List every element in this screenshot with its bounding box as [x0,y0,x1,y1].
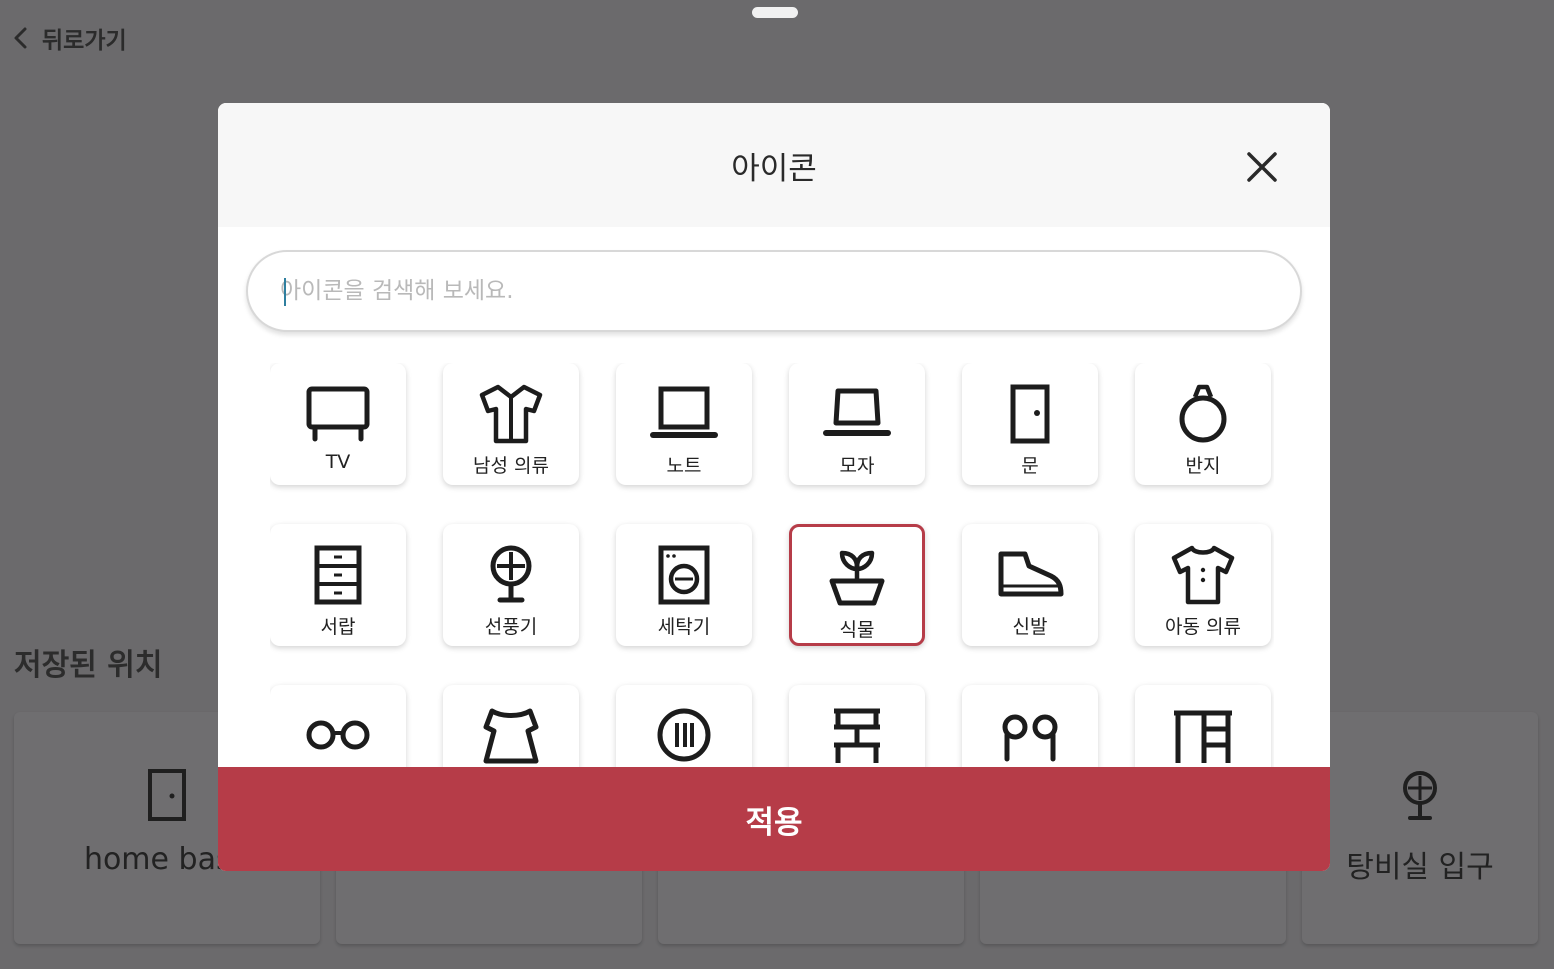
drag-handle[interactable] [752,7,798,18]
icon-tile-earphones[interactable] [962,685,1098,767]
icon-tile-desk[interactable] [1135,685,1271,767]
plant-icon [829,550,885,606]
icon-tile-drawer[interactable]: 서랍 [270,524,406,646]
door-icon [148,769,186,821]
shoe-icon [998,551,1064,597]
fan-icon [1403,771,1437,820]
text-caret [284,278,286,306]
saved-location-label: 탕비실 입구 [1346,850,1494,885]
icon-tile-shoe[interactable]: 신발 [962,524,1098,646]
icon-tile-label: 신발 [1012,616,1048,638]
search-input[interactable] [280,252,1260,330]
icon-picker-modal: 아이콘 TV 남성 의류 노트 모자 문 반지 [218,103,1330,871]
icon-tile-dress[interactable] [443,685,579,767]
icon-tile-hat[interactable]: 모자 [789,363,925,485]
icon-tile-label: 남성 의류 [473,455,549,477]
fan-icon [490,545,532,603]
icon-tile-ring[interactable]: 반지 [1135,363,1271,485]
tv-icon [306,386,370,442]
saved-location-card[interactable]: 탕비실 입구 [1302,712,1538,944]
icon-tile-washing-machine[interactable]: 세탁기 [616,524,752,646]
chevron-left-icon [14,27,27,49]
hat-icon [823,388,891,436]
icon-tile-laptop[interactable]: 노트 [616,363,752,485]
icon-tile-label: 식물 [839,619,875,641]
modal-header: 아이콘 [218,103,1330,227]
icon-tile-label: 반지 [1185,455,1221,477]
close-icon[interactable] [1242,147,1282,187]
icon-tile-kids-clothing[interactable]: 아동 의류 [1135,524,1271,646]
ring-icon [1179,384,1227,443]
icon-tile-label: 노트 [666,455,702,477]
glasses-icon [306,720,370,750]
icon-tile-label: 선풍기 [484,616,538,638]
icon-tile-glasses[interactable] [270,685,406,767]
mens-clothing-icon [479,384,543,444]
icon-tile-label: TV [325,451,351,473]
icon-tile-door[interactable]: 문 [962,363,1098,485]
icon-tile-tv[interactable]: TV [270,363,406,485]
dress-icon [483,708,539,764]
saved-locations-title: 저장된 위치 [14,648,163,683]
apply-button[interactable]: 적용 [218,767,1330,871]
icon-tile-label: 문 [1021,455,1039,477]
icon-tile-label: 아동 의류 [1165,616,1241,638]
icon-tile-label: 모자 [839,455,875,477]
search-box[interactable] [246,250,1302,332]
back-label: 뒤로가기 [42,28,127,54]
icon-tile-plant[interactable]: 식물 [789,524,925,646]
icon-grid: TV 남성 의류 노트 모자 문 반지 서랍 선풍기 세탁기 식물 신발 아동 … [270,363,1274,767]
icon-tile-shelf[interactable] [789,685,925,767]
door-icon [1010,384,1050,444]
icon-tile-mens-clothing[interactable]: 남성 의류 [443,363,579,485]
back-button[interactable]: 뒤로가기 [10,20,127,56]
shelf-icon [834,708,880,763]
plate-icon [657,708,711,762]
icon-tile-fan[interactable]: 선풍기 [443,524,579,646]
modal-title: 아이콘 [731,151,817,187]
drawer-icon [314,545,362,605]
earphones-icon [1002,714,1058,762]
icon-tile-label: 세탁기 [657,616,711,638]
kids-clothing-icon [1171,545,1235,605]
laptop-icon [650,386,718,438]
desk-icon [1174,710,1232,763]
washing-machine-icon [658,545,710,605]
icon-tile-plate[interactable] [616,685,752,767]
icon-tile-label: 서랍 [320,616,356,638]
